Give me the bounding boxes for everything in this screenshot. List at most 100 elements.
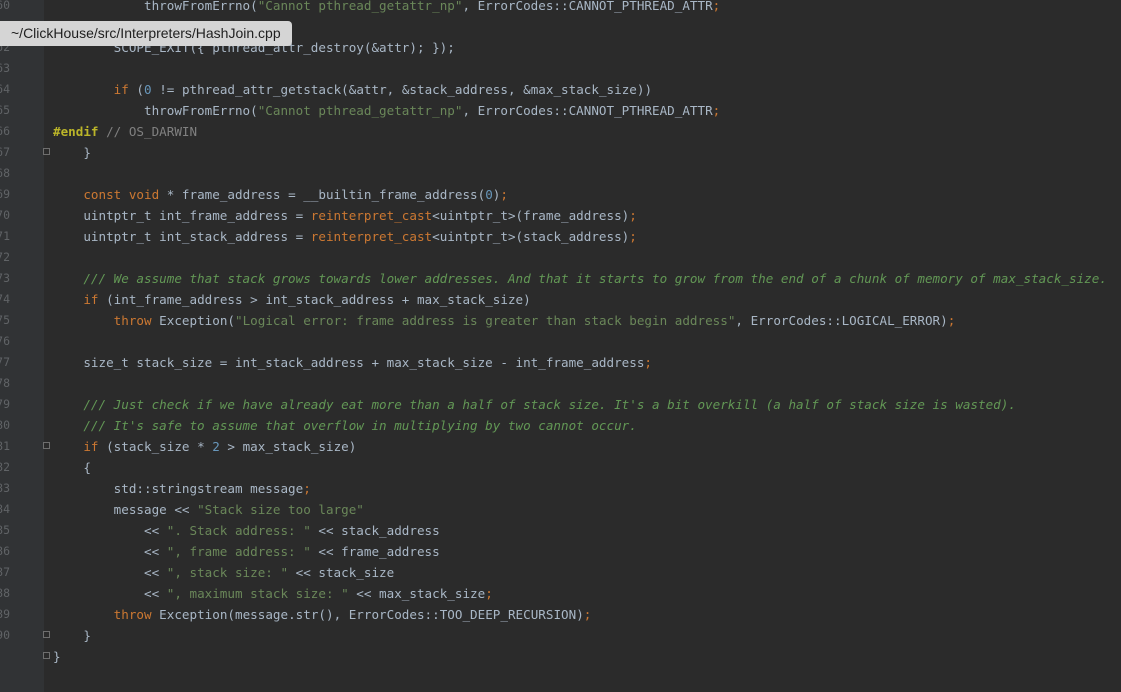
code-line[interactable]: 81 if (stack_size * 2 > max_stack_size): [0, 436, 1121, 457]
code-text: /// It's safe to assume that overflow in…: [53, 415, 637, 436]
code-token: ;: [629, 208, 637, 223]
code-token: /// Just check if we have already eat mo…: [53, 397, 1016, 412]
code-line[interactable]: 74 if (int_frame_address > int_stack_add…: [0, 289, 1121, 310]
code-text: size_t stack_size = int_stack_address + …: [53, 352, 652, 373]
code-token: "Logical error: frame address is greater…: [235, 313, 736, 328]
code-line[interactable]: 63: [0, 58, 1121, 79]
code-token: reinterpret_cast: [310, 229, 433, 244]
code-line[interactable]: 72: [0, 247, 1121, 268]
code-line[interactable]: 70 uintptr_t int_frame_address = reinter…: [0, 205, 1121, 226]
fold-toggle-icon[interactable]: [43, 148, 50, 155]
code-line[interactable]: 85 << ". Stack address: " << stack_addre…: [0, 520, 1121, 541]
code-token: <uintptr_t>(stack_address): [432, 229, 630, 244]
code-editor[interactable]: 60 throwFromErrno("Cannot pthread_getatt…: [0, 0, 1121, 667]
code-token: ", stack size: ": [166, 565, 289, 580]
code-text: if (stack_size * 2 > max_stack_size): [53, 436, 356, 457]
code-line[interactable]: 68: [0, 163, 1121, 184]
line-number: 88: [0, 586, 10, 600]
code-line[interactable]: 75 throw Exception("Logical error: frame…: [0, 310, 1121, 331]
code-line[interactable]: 77 size_t stack_size = int_stack_address…: [0, 352, 1121, 373]
code-line[interactable]: 80 /// It's safe to assume that overflow…: [0, 415, 1121, 436]
code-token: 0: [144, 82, 152, 97]
code-text: uintptr_t int_frame_address = reinterpre…: [53, 205, 637, 226]
code-line[interactable]: 78: [0, 373, 1121, 394]
code-line[interactable]: 79 /// Just check if we have already eat…: [0, 394, 1121, 415]
code-token: <<: [53, 565, 167, 580]
code-token: (: [128, 82, 145, 97]
code-text: uintptr_t int_stack_address = reinterpre…: [53, 226, 637, 247]
code-line[interactable]: 67 }: [0, 142, 1121, 163]
code-token: Exception(: [151, 313, 235, 328]
code-token: ;: [712, 0, 721, 13]
code-token: }: [53, 628, 91, 643]
code-token: size_t stack_size = int_stack_address + …: [53, 355, 645, 370]
code-token: /// It's safe to assume that overflow in…: [53, 418, 637, 433]
code-line[interactable]: 76: [0, 331, 1121, 352]
code-text: throw Exception("Logical error: frame ad…: [53, 310, 956, 331]
code-token: ;: [947, 313, 956, 328]
code-token: "Cannot pthread_getattr_np": [257, 0, 463, 13]
line-number: 80: [0, 418, 10, 432]
code-line[interactable]: 60 throwFromErrno("Cannot pthread_getatt…: [0, 0, 1121, 16]
code-line[interactable]: 89 throw Exception(message.str(), ErrorC…: [0, 604, 1121, 625]
code-line[interactable]: 82 {: [0, 457, 1121, 478]
code-token: if: [83, 292, 99, 307]
code-token: throw: [113, 313, 152, 328]
code-token: /// We assume that stack grows towards l…: [53, 271, 1107, 286]
code-text: const void * frame_address = __builtin_f…: [53, 184, 508, 205]
code-line[interactable]: 73 /// We assume that stack grows toward…: [0, 268, 1121, 289]
code-text: /// Just check if we have already eat mo…: [53, 394, 1016, 415]
code-text: }: [53, 142, 91, 163]
code-token: const void: [83, 187, 160, 202]
code-token: reinterpret_cast: [310, 208, 433, 223]
code-line[interactable]: 87 << ", stack size: " << stack_size: [0, 562, 1121, 583]
fold-toggle-icon[interactable]: [43, 442, 50, 449]
code-line[interactable]: 83 std::stringstream message;: [0, 478, 1121, 499]
code-token: , ErrorCodes::LOGICAL_ERROR): [735, 313, 948, 328]
code-token: <<: [53, 586, 167, 601]
code-line[interactable]: 88 << ", maximum stack size: " << max_st…: [0, 583, 1121, 604]
code-token: (stack_size *: [98, 439, 213, 454]
code-token: uintptr_t int_frame_address =: [53, 208, 311, 223]
line-number: 75: [0, 313, 10, 327]
line-number: 89: [0, 607, 10, 621]
code-token: ". Stack address: ": [166, 523, 311, 538]
code-line[interactable]: }: [0, 646, 1121, 667]
code-token: ;: [485, 586, 493, 601]
code-token: message <<: [53, 502, 198, 517]
code-line[interactable]: 90 }: [0, 625, 1121, 646]
code-text: #endif // OS_DARWIN: [53, 121, 197, 142]
code-text: message << "Stack size too large": [53, 499, 364, 520]
fold-toggle-icon[interactable]: [43, 652, 50, 659]
code-line[interactable]: 69 const void * frame_address = __builti…: [0, 184, 1121, 205]
line-number: 74: [0, 292, 10, 306]
code-token: {: [53, 460, 91, 475]
code-token: "Stack size too large": [197, 502, 364, 517]
code-token: throwFromErrno(: [53, 103, 258, 118]
code-line[interactable]: 84 message << "Stack size too large": [0, 499, 1121, 520]
code-token: ;: [583, 607, 592, 622]
file-path-tooltip: ~/ClickHouse/src/Interpreters/HashJoin.c…: [0, 21, 292, 46]
code-token: > max_stack_size): [219, 439, 357, 454]
line-number: 76: [0, 334, 10, 348]
code-token: << frame_address: [310, 544, 440, 559]
code-token: uintptr_t int_stack_address =: [53, 229, 311, 244]
code-line[interactable]: 86 << ", frame address: " << frame_addre…: [0, 541, 1121, 562]
code-text: << ", maximum stack size: " << max_stack…: [53, 583, 493, 604]
code-token: ;: [303, 481, 311, 496]
code-token: if: [83, 439, 99, 454]
line-number: 84: [0, 502, 10, 516]
code-line[interactable]: 65 throwFromErrno("Cannot pthread_getatt…: [0, 100, 1121, 121]
code-text: if (int_frame_address > int_stack_addres…: [53, 289, 530, 310]
line-number: 71: [0, 229, 10, 243]
code-token: <<: [53, 544, 167, 559]
line-number: 65: [0, 103, 10, 117]
code-line[interactable]: 64 if (0 != pthread_attr_getstack(&attr,…: [0, 79, 1121, 100]
code-line[interactable]: 66 #endif // OS_DARWIN: [0, 121, 1121, 142]
code-text: if (0 != pthread_attr_getstack(&attr, &s…: [53, 79, 652, 100]
fold-toggle-icon[interactable]: [43, 631, 50, 638]
code-line[interactable]: 71 uintptr_t int_stack_address = reinter…: [0, 226, 1121, 247]
